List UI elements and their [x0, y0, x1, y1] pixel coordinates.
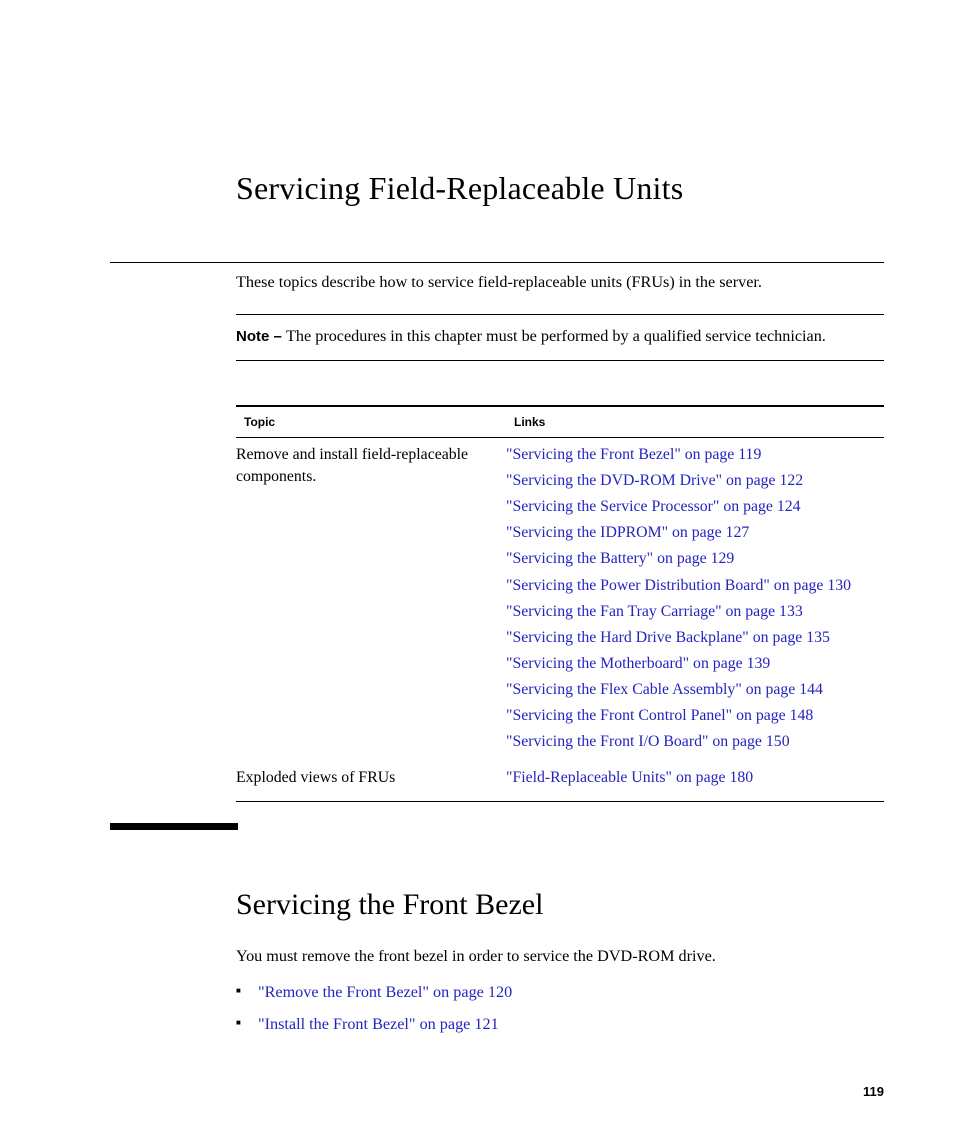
intro-paragraph: These topics describe how to service fie…: [236, 271, 884, 294]
topic-links-table: Topic Links Remove and install field-rep…: [236, 405, 884, 802]
cross-ref-link[interactable]: "Servicing the Flex Cable Assembly" on p…: [506, 679, 876, 701]
links-cell: "Servicing the Front Bezel" on page 119 …: [506, 438, 884, 762]
cross-ref-link[interactable]: "Servicing the DVD-ROM Drive" on page 12…: [506, 470, 876, 492]
cross-ref-link[interactable]: "Servicing the Front Bezel" on page 119: [506, 444, 876, 466]
cross-ref-link[interactable]: "Servicing the Battery" on page 129: [506, 548, 876, 570]
page: Servicing Field-Replaceable Units These …: [0, 0, 954, 1145]
cross-ref-link[interactable]: "Servicing the Motherboard" on page 139: [506, 653, 876, 675]
cross-ref-link[interactable]: "Servicing the Fan Tray Carriage" on pag…: [506, 601, 876, 623]
list-item: "Remove the Front Bezel" on page 120: [236, 980, 884, 1005]
links-cell: "Field-Replaceable Units" on page 180: [506, 761, 884, 802]
table-row: Remove and install field-replaceable com…: [236, 438, 884, 762]
chapter-rule: [110, 262, 884, 263]
cross-ref-link[interactable]: "Servicing the Front I/O Board" on page …: [506, 731, 876, 753]
note-label: Note –: [236, 328, 286, 345]
cross-ref-link[interactable]: "Servicing the Hard Drive Backplane" on …: [506, 627, 876, 649]
section-intro: You must remove the front bezel in order…: [236, 944, 884, 969]
cross-ref-link[interactable]: "Remove the Front Bezel" on page 120: [258, 983, 512, 1001]
page-number: 119: [863, 1084, 884, 1099]
table-header-links: Links: [506, 406, 884, 438]
section-marker-icon: [110, 823, 238, 830]
note-box: Note – The procedures in this chapter mu…: [236, 314, 884, 361]
section-title: Servicing the Front Bezel: [236, 888, 884, 922]
cross-ref-link[interactable]: "Servicing the Service Processor" on pag…: [506, 496, 876, 518]
table-header-topic: Topic: [236, 406, 506, 438]
note-text: The procedures in this chapter must be p…: [286, 327, 826, 345]
list-item: "Install the Front Bezel" on page 121: [236, 1012, 884, 1037]
section-bullet-list: "Remove the Front Bezel" on page 120 "In…: [236, 980, 884, 1037]
cross-ref-link[interactable]: "Servicing the IDPROM" on page 127: [506, 522, 876, 544]
cross-ref-link[interactable]: "Install the Front Bezel" on page 121: [258, 1015, 499, 1033]
table-row: Exploded views of FRUs "Field-Replaceabl…: [236, 761, 884, 802]
chapter-title: Servicing Field-Replaceable Units: [236, 170, 884, 207]
topic-cell: Exploded views of FRUs: [236, 761, 506, 802]
cross-ref-link[interactable]: "Field-Replaceable Units" on page 180: [506, 767, 876, 789]
cross-ref-link[interactable]: "Servicing the Front Control Panel" on p…: [506, 705, 876, 727]
topic-cell: Remove and install field-replaceable com…: [236, 438, 506, 762]
cross-ref-link[interactable]: "Servicing the Power Distribution Board"…: [506, 575, 876, 597]
section-body: You must remove the front bezel in order…: [236, 944, 884, 1036]
